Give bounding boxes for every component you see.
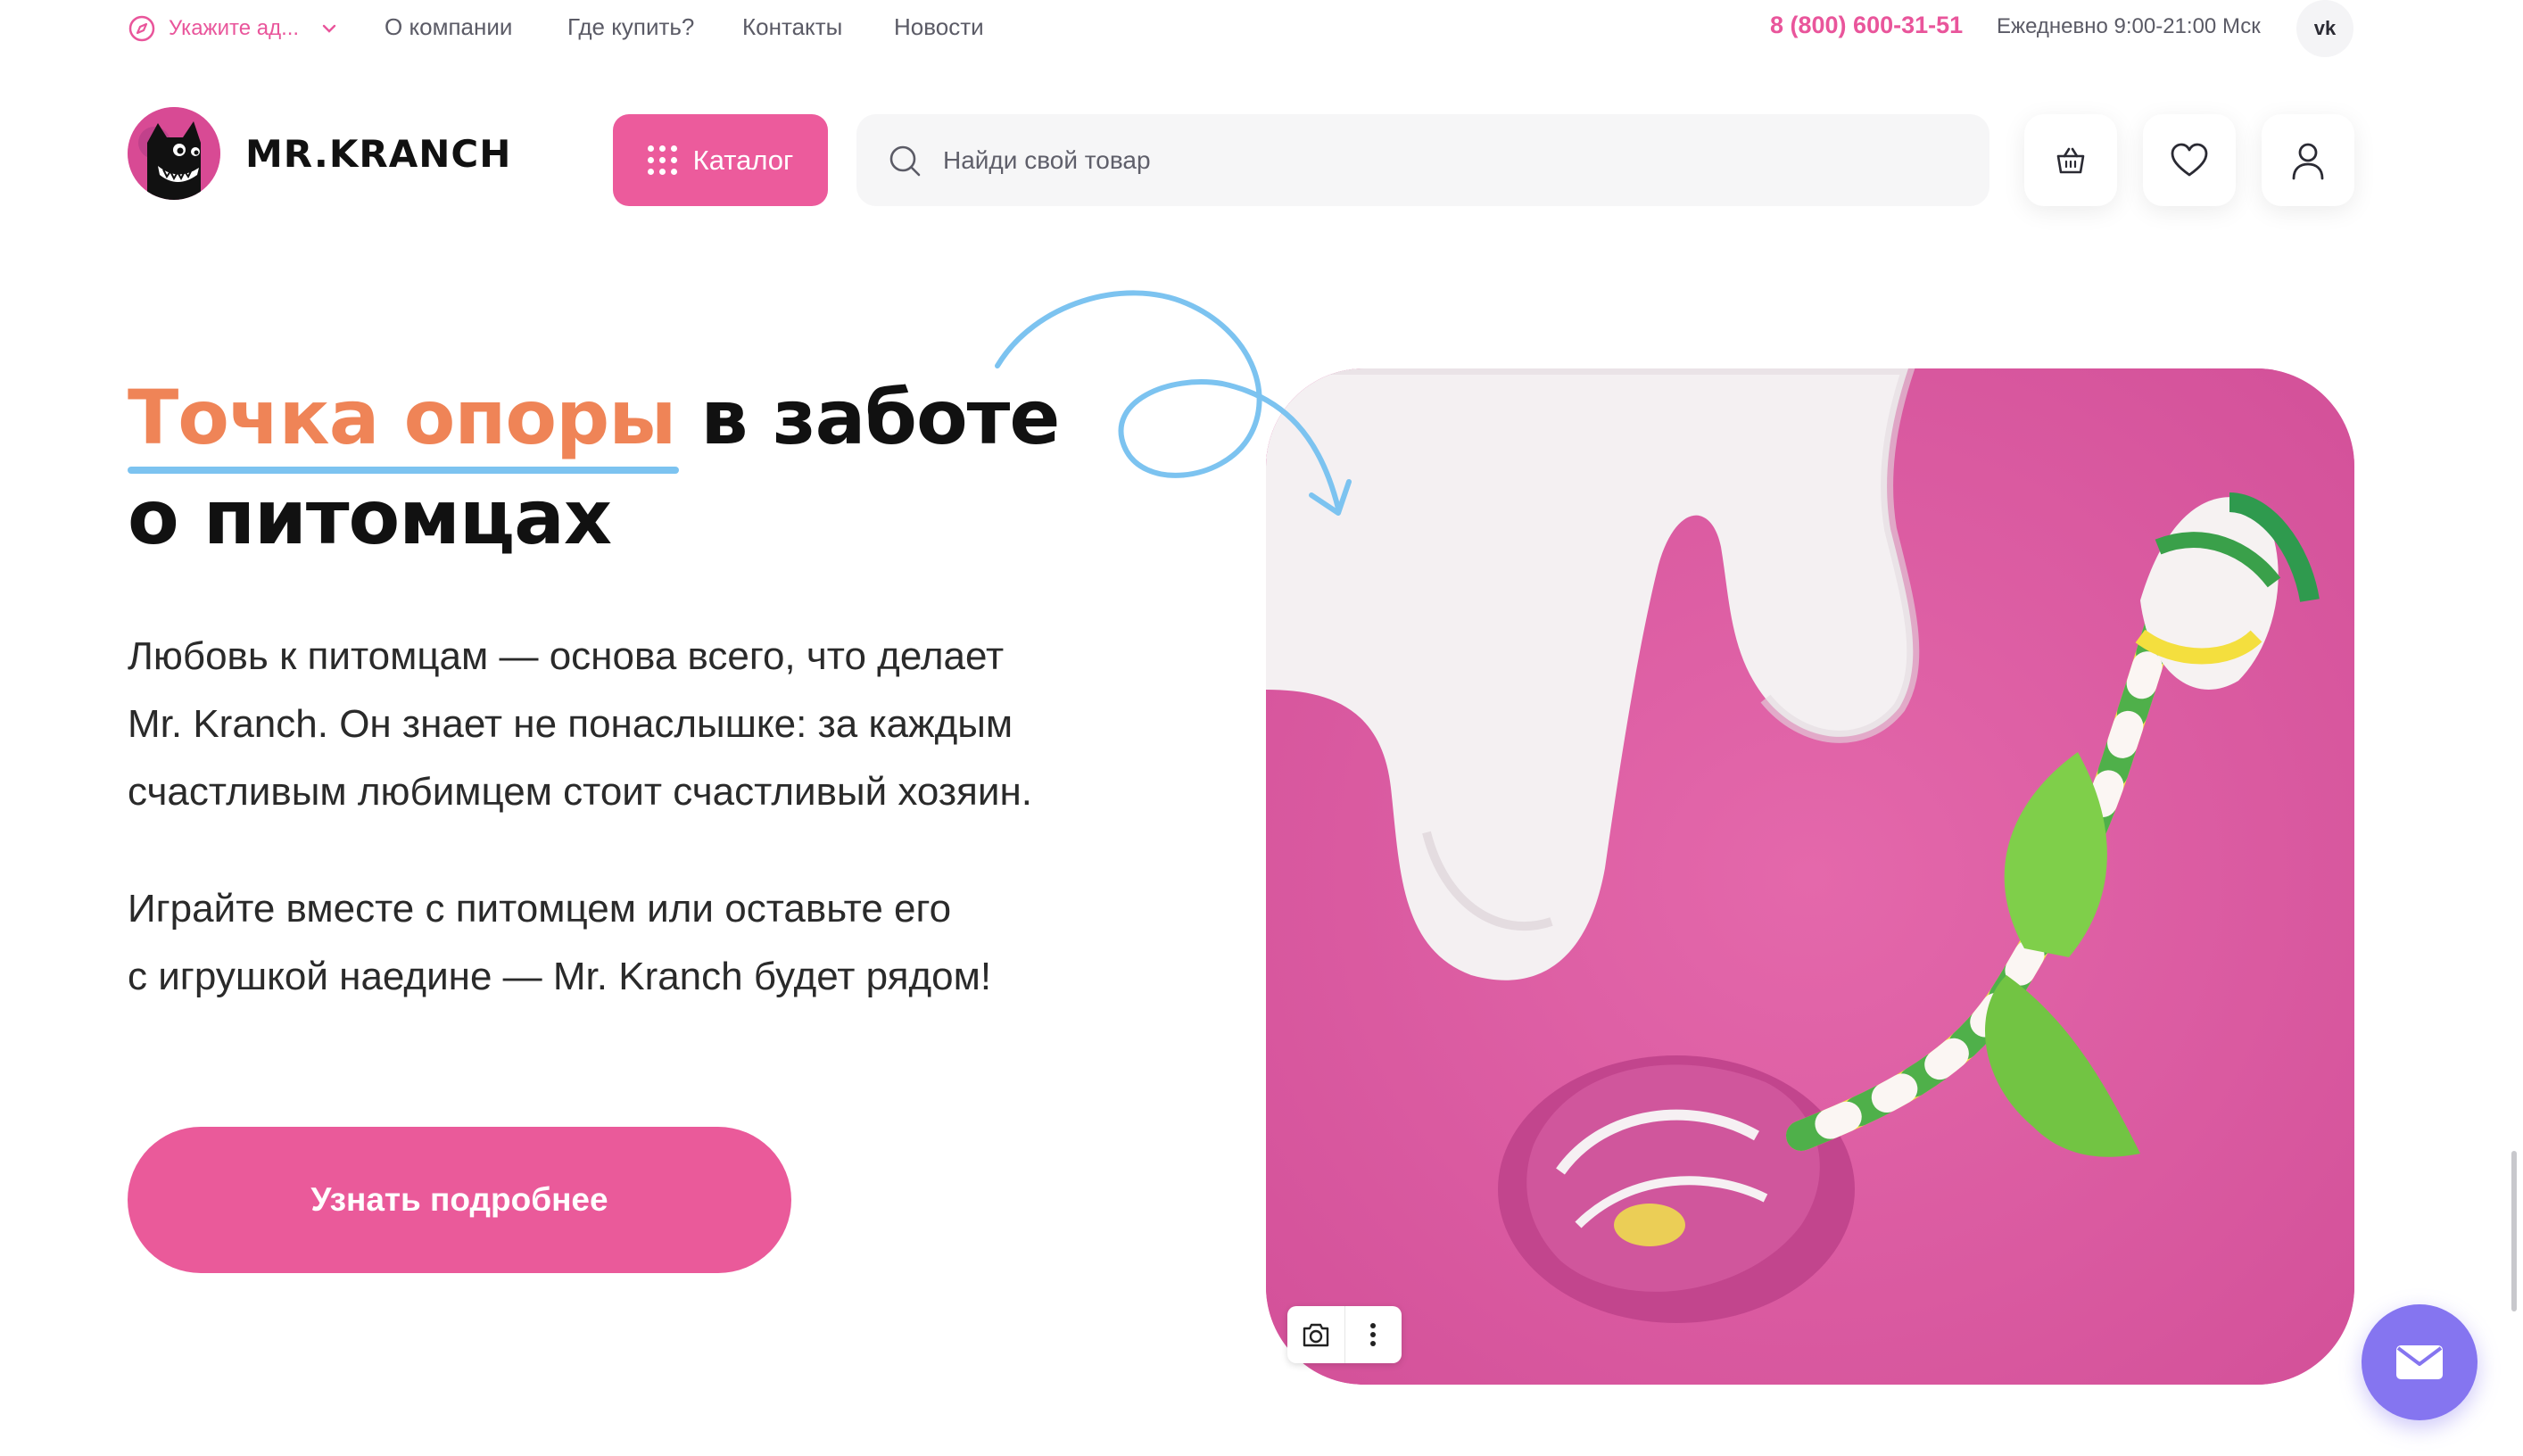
search-bar[interactable]	[856, 114, 1989, 206]
nav-link-contacts[interactable]: Контакты	[742, 13, 842, 41]
basket-icon	[2056, 147, 2085, 173]
image-tools[interactable]	[1287, 1306, 1402, 1363]
hero-paragraph-1-line: Mr. Kranch. Он знает не понаслышке: за к…	[128, 702, 1013, 746]
more-vertical-icon	[1370, 1323, 1377, 1346]
working-hours: Ежедневно 9:00-21:00 Мск	[1997, 14, 2261, 38]
learn-more-button[interactable]: Узнать подробнее	[128, 1127, 791, 1273]
search-icon	[889, 145, 921, 176]
decorative-arrow-icon	[995, 290, 1352, 516]
feedback-mail-button[interactable]	[2362, 1304, 2478, 1420]
grid-dots-icon	[647, 145, 677, 175]
chevron-down-icon	[322, 24, 336, 33]
hero-paragraph-1-line: счастливым любимцем стоит счастливый хоз…	[128, 770, 1032, 814]
nav-link-about[interactable]: О компании	[385, 13, 512, 41]
lens-button[interactable]	[1287, 1306, 1345, 1363]
hero-title-accent: Точка опоры	[128, 374, 676, 461]
favorites-button[interactable]	[2143, 114, 2236, 206]
hero-paragraph-2-line: Играйте вместе с питомцем или оставьте е…	[128, 887, 952, 931]
hero-paragraph-1-line: Любовь к питомцам — основа всего, что де…	[128, 634, 1005, 678]
mail-icon	[2396, 1345, 2443, 1379]
user-icon	[2292, 143, 2324, 179]
page-scrollbar[interactable]	[2511, 1151, 2517, 1311]
more-options-button[interactable]	[1345, 1306, 1402, 1363]
hero-paragraph-2-line: с игрушкой наедине — Mr. Kranch будет ря…	[128, 955, 992, 998]
catalog-button[interactable]: Каталог	[613, 114, 828, 206]
location-label: Укажите ад...	[169, 16, 300, 40]
logo-mascot[interactable]	[128, 107, 220, 200]
search-input[interactable]	[941, 145, 1837, 176]
nav-link-where-to-buy[interactable]: Где купить?	[567, 13, 694, 41]
brand-name[interactable]: MR.KRANCH	[245, 132, 511, 176]
mascot-icon	[128, 107, 220, 200]
cart-button[interactable]	[2024, 114, 2117, 206]
vk-label: vk	[2313, 17, 2337, 39]
heart-icon	[2171, 143, 2208, 176]
hero-title-line2: о питомцах	[128, 474, 612, 561]
vk-icon[interactable]: vk	[2296, 0, 2353, 57]
catalog-label: Каталог	[692, 144, 794, 176]
hero-paragraph-2: Играйте вместе с питомцем или оставьте е…	[128, 875, 991, 1011]
location-selector[interactable]: Укажите ад...	[128, 11, 338, 46]
account-button[interactable]	[2262, 114, 2354, 206]
phone-link[interactable]: 8 (800) 600-31-51	[1770, 12, 1963, 39]
nav-link-news[interactable]: Новости	[894, 13, 984, 41]
hero-paragraph-1: Любовь к питомцам — основа всего, что де…	[128, 623, 1032, 826]
camera-search-icon	[1303, 1323, 1328, 1347]
compass-icon	[128, 15, 155, 42]
hero-title: Точка опоры в заботе о питомцах	[128, 368, 1060, 567]
